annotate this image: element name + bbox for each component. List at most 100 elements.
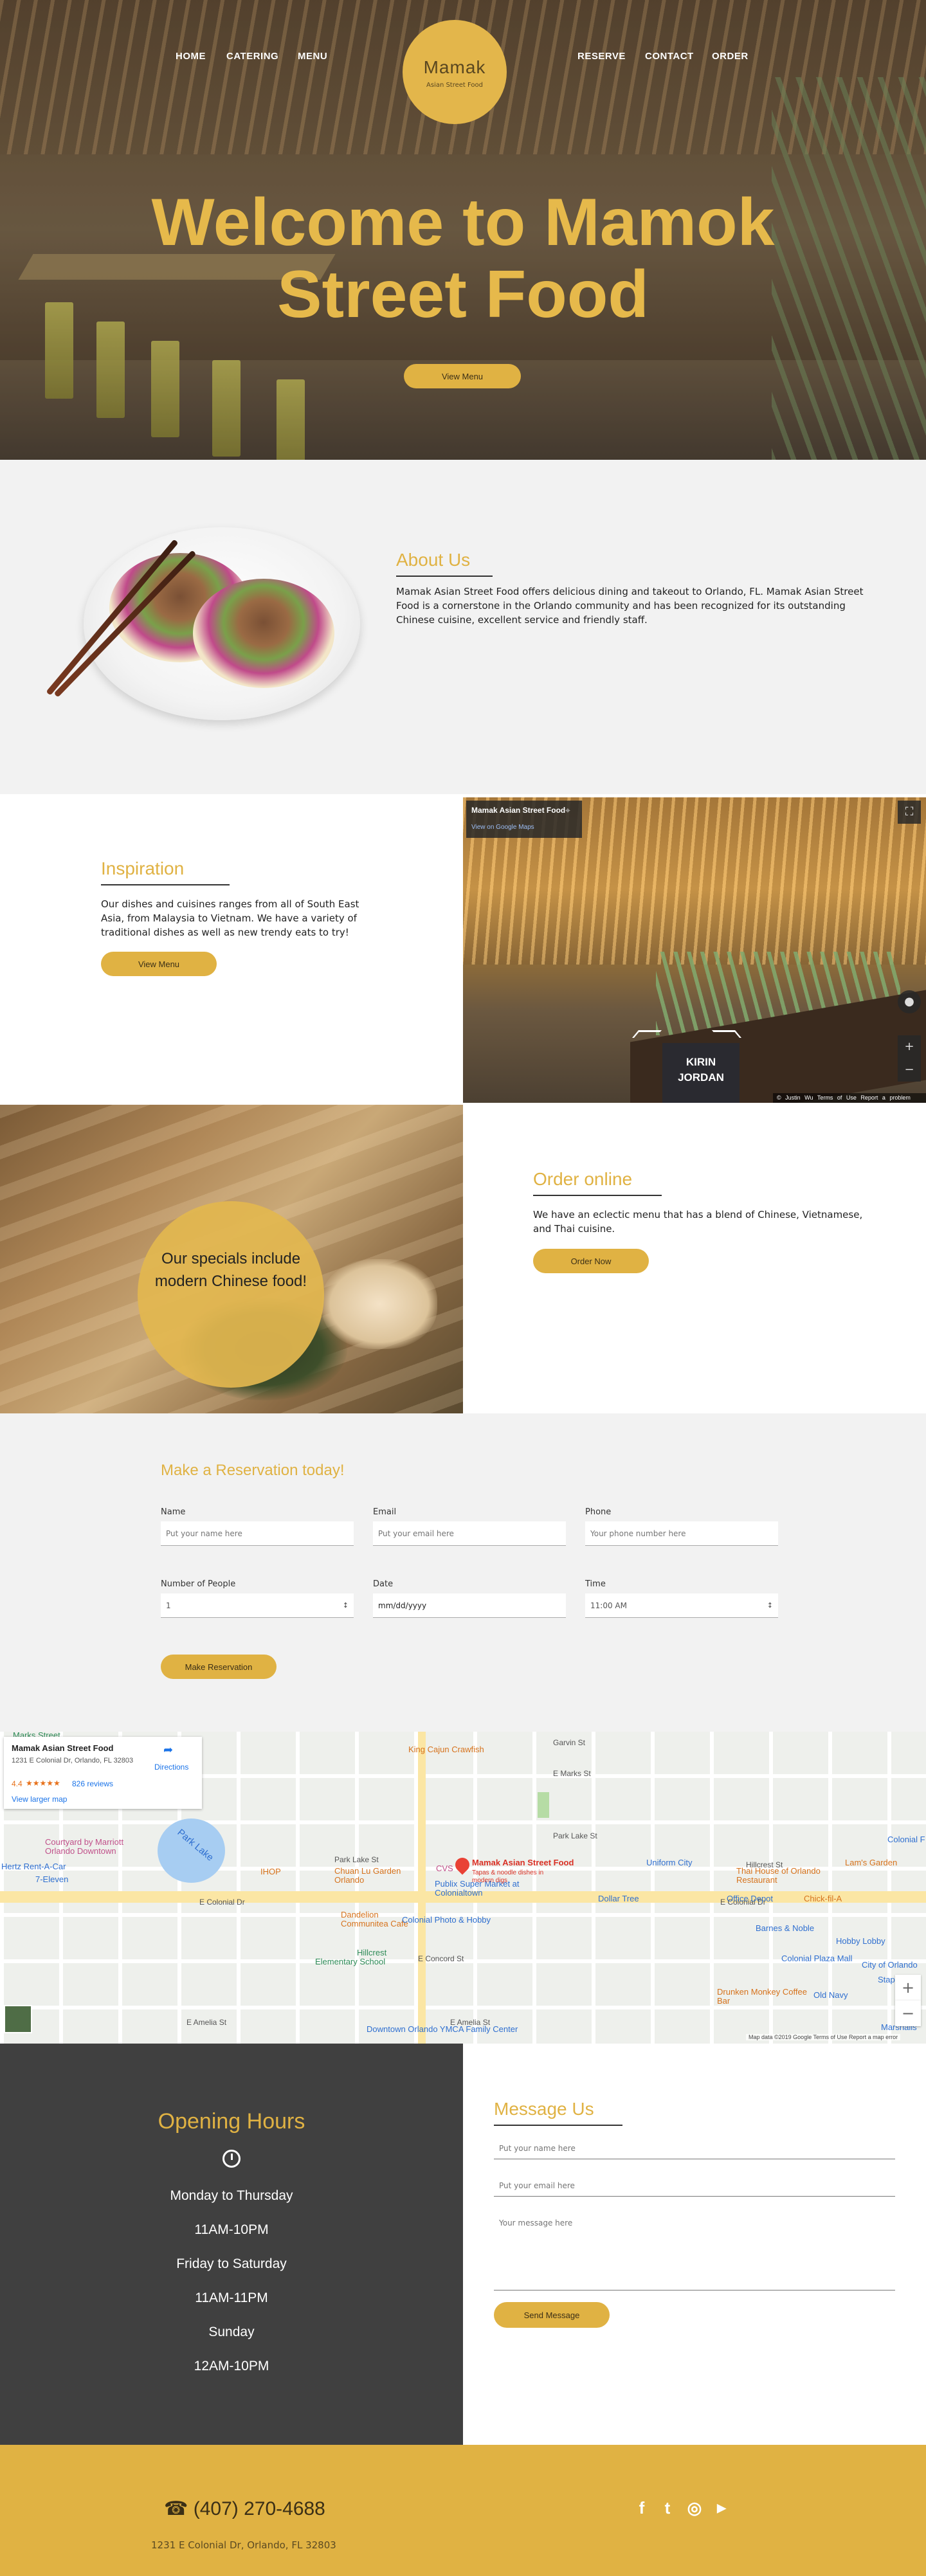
nav-catering[interactable]: CATERING [226,51,278,62]
map-attribution: Map data ©2019 Google Terms of Use Repor… [746,2034,901,2040]
map-poi-ihop[interactable]: IHOP [260,1867,281,1876]
fullscreen-icon[interactable]: ⛶ [898,801,921,824]
map-poi-chuan-lu[interactable]: Chuan Lu Garden Orlando [334,1867,408,1885]
map-poi-dandelion[interactable]: Dandelion Communitea Cafe [341,1910,412,1928]
footer-phone[interactable]: ☎ (407) 270-4688 [164,2498,325,2520]
site-logo[interactable]: Mamak Asian Street Food [403,20,507,124]
map-street-label: E Marks St [553,1769,591,1778]
hero-title-line1: Welcome to Mamok [151,185,775,260]
twitter-icon[interactable]: t [656,2496,679,2519]
street-view-sign: KIRIN JORDAN [662,1043,740,1103]
map-poi-ymca[interactable]: Downtown Orlando YMCA Family Center [367,2024,518,2034]
map-poi-king-crawfish[interactable]: King Cajun Crawfish [408,1745,484,1754]
order-now-button[interactable]: Order Now [533,1249,649,1273]
message-name-input[interactable] [494,2137,895,2159]
map-place-card: Mamak Asian Street Food 1231 E Colonial … [4,1737,202,1809]
map-poi-lams-garden[interactable]: Lam's Garden [845,1858,897,1867]
map-poi-chick-fil-a[interactable]: Chick-fil-A [804,1894,842,1903]
make-reservation-button[interactable]: Make Reservation [161,1655,277,1679]
date-input[interactable]: mm/dd/yyyy [373,1593,566,1618]
send-message-button[interactable]: Send Message [494,2302,610,2328]
specials-circle [138,1201,324,1388]
nav-menu[interactable]: MENU [298,51,327,62]
map-card-name: Mamak Asian Street Food [12,1743,114,1753]
inspiration-title: Inspiration [101,858,185,878]
nav-reserve[interactable]: RESERVE [577,51,626,62]
map-poi-colonial-plaza[interactable]: Colonial Plaza Mall [781,1954,853,1963]
hero-view-menu-button[interactable]: View Menu [404,364,521,388]
map-zoom-in-button[interactable]: + [895,1975,921,2000]
map-poi-thai-house[interactable]: Thai House of Orlando Restaurant [736,1867,833,1885]
opening-hours-section: Opening Hours Monday to Thursday 11AM-10… [0,2044,463,2445]
street-view-credit: © Justin Wu [777,1094,813,1101]
map-poi-hobby-lobby[interactable]: Hobby Lobby [836,1936,885,1946]
message-section: Message Us Send Message [463,2044,926,2445]
map-poi-old-navy[interactable]: Old Navy [813,1990,848,2000]
message-title-rule [494,2125,622,2126]
map-poi-courtyard[interactable]: Courtyard by Marriott Orlando Downtown [45,1838,148,1856]
map-poi-hillcrest: Hillcrest [357,1948,387,1957]
phone-label: Phone [585,1507,612,1517]
about-title-rule [396,576,493,577]
map-road-mills [418,1732,426,2044]
about-text: Mamak Asian Street Food offers delicious… [396,586,864,626]
directions-icon[interactable]: ➦ [163,1743,173,1757]
map-street-label: Park Lake St [553,1831,597,1840]
map-poi-drunken-monkey[interactable]: Drunken Monkey Coffee Bar [717,1988,807,2006]
map-poi-colonial-photo[interactable]: Colonial Photo & Hobby [402,1915,491,1925]
map-poi-hertz[interactable]: Hertz Rent-A-Car [1,1862,66,1871]
map-card-larger-map-link[interactable]: View larger map [12,1795,67,1804]
time-select-value: 11:00 AM [590,1601,627,1610]
street-view-maps-link[interactable]: View on Google Maps [471,824,534,831]
street-view-report-link[interactable]: Report a problem [860,1094,911,1101]
map-card-address: 1231 E Colonial Dr, Orlando, FL 32803 [12,1757,134,1764]
hero-title-line2: Street Food [277,257,649,332]
map-pin-subtitle: Tapas & noodle dishes in modern digs [472,1869,544,1884]
reservation-phone-input[interactable] [585,1521,778,1546]
hours-line: Friday to Saturday [176,2256,287,2271]
map-satellite-toggle[interactable] [4,2005,32,2033]
reservation-name-input[interactable] [161,1521,354,1546]
reservation-email-input[interactable] [373,1521,566,1546]
street-view-embed[interactable]: KIRIN JORDAN Mamak Asian Street Food Vie… [463,797,926,1103]
nav-contact[interactable]: CONTACT [645,51,694,62]
map-poi-uniform-city[interactable]: Uniform City [646,1858,693,1867]
nav-home[interactable]: HOME [176,51,206,62]
zoom-in-button[interactable]: + [898,1035,921,1058]
taco-image [193,579,334,688]
map-street-label: E Concord St [418,1954,464,1963]
street-view-camera-icon[interactable]: ● [898,990,921,1013]
inspiration-title-rule [101,884,230,885]
logo-tagline: Asian Street Food [426,82,484,89]
youtube-icon[interactable]: ▶ [710,2496,733,2519]
map-street-label: Garvin St [553,1738,586,1747]
map-poi-cvs[interactable]: CVS [436,1864,453,1873]
instagram-icon[interactable]: ◎ [683,2496,706,2519]
map-poi-barnes[interactable]: Barnes & Noble [756,1923,814,1933]
people-select[interactable]: 1 [161,1593,354,1618]
clock-icon [222,2150,241,2168]
map-card-reviews-link[interactable]: 826 reviews [72,1779,113,1788]
street-view-terms-link[interactable]: Terms of Use [817,1094,857,1101]
google-map-embed[interactable]: E Colonial Dr E Colonial Dr E Concord St… [0,1732,926,2044]
map-pin-title[interactable]: Mamak Asian Street Food [472,1858,574,1867]
inspiration-view-menu-button[interactable]: View Menu [101,952,217,976]
facebook-icon[interactable]: f [630,2496,653,2519]
email-label: Email [373,1507,397,1517]
map-poi-office-depot[interactable]: Office Depot [727,1894,773,1903]
reservation-title: Make a Reservation today! [161,1462,345,1479]
map-card-directions-link[interactable]: Directions [154,1763,188,1772]
message-text-input[interactable] [494,2212,895,2290]
map-poi-colonial-f[interactable]: Colonial F [887,1835,925,1844]
zoom-out-button[interactable]: − [898,1058,921,1082]
map-zoom-out-button[interactable]: − [895,2000,921,2026]
map-poi-city-of-orlando[interactable]: City of Orlando [862,1960,918,1970]
nav-order[interactable]: ORDER [712,51,749,62]
map-poi-seven-eleven[interactable]: 7-Eleven [35,1874,68,1884]
map-street-label: E Amelia St [186,2018,227,2027]
message-email-input[interactable] [494,2175,895,2197]
street-view-footer: © Justin Wu Terms of Use Report a proble… [773,1093,926,1103]
footer-phone-number: (407) 270-4688 [193,2498,325,2519]
time-select[interactable]: 11:00 AM [585,1593,778,1618]
map-poi-dollar-tree[interactable]: Dollar Tree [598,1894,639,1903]
